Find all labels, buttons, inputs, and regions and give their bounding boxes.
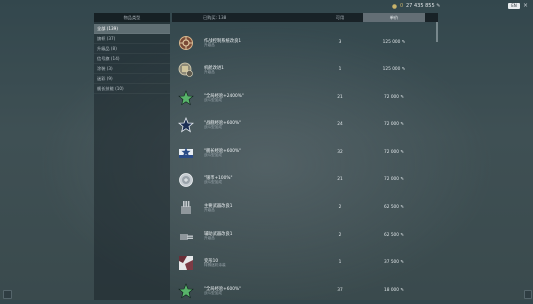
gear-upgrade-icon xyxy=(178,35,194,51)
item-type: 战斗型加成 xyxy=(204,153,222,157)
item-quantity: 37 xyxy=(337,288,343,293)
close-icon[interactable]: × xyxy=(523,2,528,9)
item-quantity: 32 xyxy=(337,150,343,155)
notification-icon[interactable] xyxy=(524,290,532,299)
item-row[interactable]: 辅助武器改良1 升级品 2 62 500 ✎ xyxy=(172,223,434,249)
item-row[interactable]: "银币+100%" 战斗型加成 21 72 000 ✎ xyxy=(172,167,434,193)
engine-upgrade-icon xyxy=(178,62,194,78)
item-quantity: 24 xyxy=(337,122,343,127)
item-price: 72 000 ✎ xyxy=(383,122,404,127)
item-type: 升级品 xyxy=(204,208,215,212)
category-item-paint[interactable]: 涂装 (3) xyxy=(94,64,170,74)
white-star-flag-icon xyxy=(178,145,194,161)
item-type: 升级品 xyxy=(204,43,215,47)
item-list-header: 已购买: 138 可用 单价 xyxy=(172,13,438,22)
green-star-icon xyxy=(178,283,194,299)
credit-icon: ✎ xyxy=(436,3,441,9)
blue-star-icon xyxy=(177,116,195,133)
item-price: 62 500 ✎ xyxy=(383,205,404,210)
category-item-camouflage[interactable]: 迷彩 (9) xyxy=(94,74,170,84)
category-header: 物品类型 xyxy=(94,13,170,22)
category-item-captain-skills[interactable]: 舰长技能 (10) xyxy=(94,84,170,94)
scrollbar[interactable] xyxy=(436,22,438,42)
secondary-gun-icon xyxy=(178,228,194,244)
coin-icon xyxy=(178,172,194,188)
category-panel: 物品类型 全部 (139) 旗帜 (37) 升级品 (8) 信号旗 (14) 涂… xyxy=(94,13,170,300)
item-type: 升级品 xyxy=(204,236,215,240)
item-row[interactable]: 作战控制系统改良1 升级品 3 125 000 ✎ xyxy=(172,30,434,56)
item-price: 125 000 ✎ xyxy=(382,67,406,72)
turret-icon xyxy=(178,200,194,216)
item-price: 72 000 ✎ xyxy=(383,150,404,155)
credit-value: 27 435 855 xyxy=(406,3,435,9)
category-item-flags[interactable]: 旗帜 (37) xyxy=(94,34,170,44)
credit-balance: 27 435 855 ✎ xyxy=(406,3,440,9)
item-type: 战斗型加成 xyxy=(204,291,222,295)
item-row[interactable]: "全局经验+2400%" 战斗型加成 21 72 000 ✎ xyxy=(172,85,434,111)
item-price: 72 000 ✎ xyxy=(383,95,404,100)
item-row[interactable]: 主要武器改良1 升级品 2 62 500 ✎ xyxy=(172,195,434,221)
shop-window: 物品类型 全部 (139) 旗帜 (37) 升级品 (8) 信号旗 (14) 涂… xyxy=(94,13,438,300)
item-row[interactable]: 机舱改进1 升级品 1 125 000 ✎ xyxy=(172,57,434,83)
camouflage-icon xyxy=(178,255,194,271)
item-type: 战斗型加成 xyxy=(204,180,222,184)
category-list: 全部 (139) 旗帜 (37) 升级品 (8) 信号旗 (14) 涂装 (3)… xyxy=(94,24,170,94)
item-row[interactable]: "全局经验+600%" 战斗型加成 37 18 000 ✎ xyxy=(172,278,434,304)
category-item-all[interactable]: 全部 (139) xyxy=(94,24,170,34)
item-price: 72 000 ✎ xyxy=(383,177,404,182)
item-price: 125 000 ✎ xyxy=(382,40,406,45)
category-item-upgrades[interactable]: 升级品 (8) xyxy=(94,44,170,54)
item-type: 战斗型加成 xyxy=(204,98,222,102)
item-quantity: 21 xyxy=(337,177,343,182)
doubloon-value: 0 xyxy=(400,3,404,9)
item-quantity: 2 xyxy=(338,233,342,238)
item-row[interactable]: "战舰经验+600%" 战斗型加成 24 72 000 ✎ xyxy=(172,112,434,138)
item-row[interactable]: "舰长经验+600%" 战斗型加成 32 72 000 ✎ xyxy=(172,140,434,166)
item-quantity: 1 xyxy=(338,67,342,72)
item-quantity: 1 xyxy=(338,260,342,265)
green-star-icon xyxy=(178,90,194,106)
item-price: 37 500 ✎ xyxy=(383,260,404,265)
item-list-panel: 已购买: 138 可用 单价 作战控制系统改良1 升级品 3 125 000 ✎… xyxy=(172,13,438,300)
item-type: 升级品 xyxy=(204,70,215,74)
available-column-header[interactable]: 可用 xyxy=(330,13,350,22)
chat-icon[interactable] xyxy=(3,290,12,299)
top-bar: 0 27 435 855 ✎ EN × xyxy=(0,0,533,13)
price-column-header[interactable]: 单价 xyxy=(363,13,425,22)
category-item-signals[interactable]: 信号旗 (14) xyxy=(94,54,170,64)
item-price: 18 000 ✎ xyxy=(383,288,404,293)
item-quantity: 21 xyxy=(337,95,343,100)
item-type: 战斗型加成 xyxy=(204,125,222,129)
item-price: 62 500 ✎ xyxy=(383,233,404,238)
language-badge[interactable]: EN xyxy=(508,3,520,9)
item-quantity: 2 xyxy=(338,205,342,210)
item-quantity: 3 xyxy=(338,40,342,45)
owned-count: 已购买: 138 xyxy=(203,15,227,20)
doubloon-icon xyxy=(392,3,397,9)
item-type: 特殊迷彩涂装 xyxy=(204,263,226,267)
item-row[interactable]: 变形10 特殊迷彩涂装 1 37 500 ✎ xyxy=(172,250,434,276)
doubloon-balance: 0 xyxy=(392,3,403,9)
